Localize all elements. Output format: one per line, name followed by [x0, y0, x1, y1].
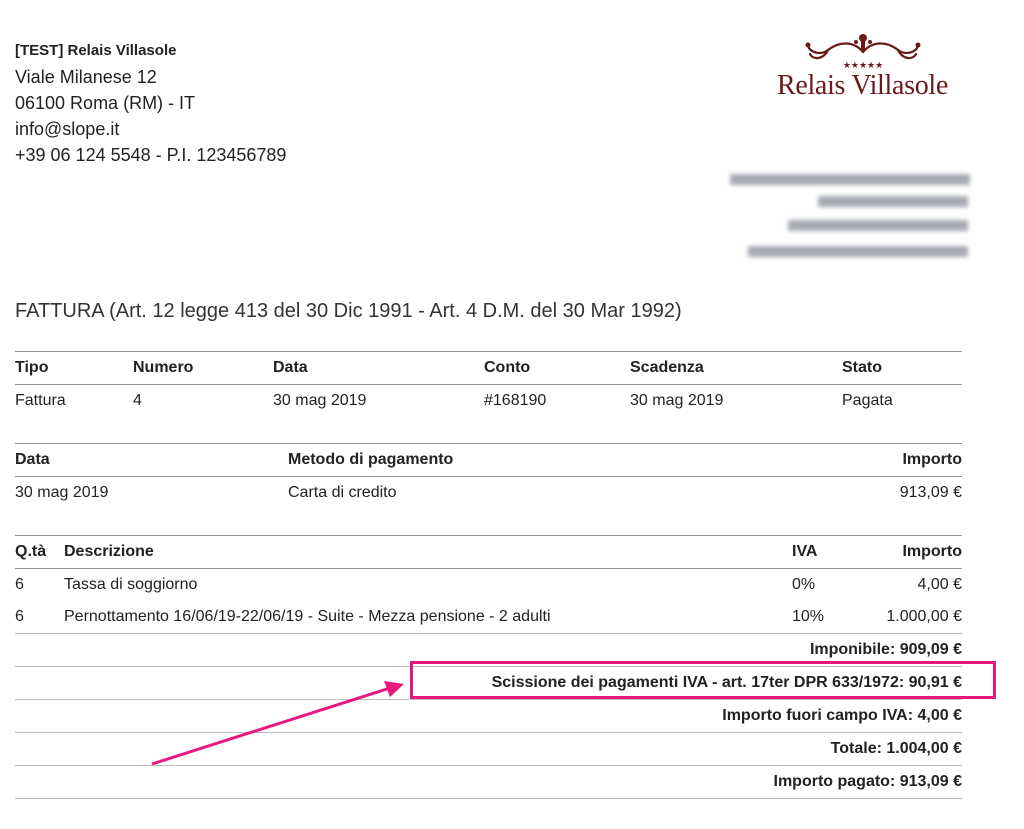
- cell-metodo: Carta di credito: [288, 484, 397, 501]
- grand-total: Totale: 1.004,00 €: [15, 732, 962, 766]
- col-qta: Q.tà: [15, 535, 64, 569]
- paid-total: Importo pagato: 913,09 €: [15, 765, 962, 799]
- cell-qta: 6: [15, 608, 24, 625]
- col-stato: Stato: [842, 351, 962, 385]
- col-data: Data: [15, 443, 288, 477]
- cell-iva: 10%: [792, 608, 825, 625]
- cell-descrizione: Pernottamento 16/06/19-22/06/19 - Suite …: [64, 608, 551, 625]
- sender-email: info@slope.it: [15, 119, 120, 139]
- recipient-address-blurred: [728, 170, 973, 270]
- highlight-box: [410, 661, 996, 699]
- table-row: 6 Tassa di soggiorno 0% 4,00 €: [15, 569, 962, 602]
- summary-row-totale: Totale: 1.004,00 €: [15, 732, 962, 766]
- payments-table: Data Metodo di pagamento Importo 30 mag …: [15, 443, 962, 509]
- sender-block: [TEST] Relais Villasole Viale Milanese 1…: [15, 38, 286, 168]
- sender-phone-vat: +39 06 124 5548 - P.I. 123456789: [15, 145, 287, 165]
- table-row: Fattura 4 30 mag 2019 #168190 30 mag 201…: [15, 385, 962, 418]
- summary-row-pagato: Importo pagato: 913,09 €: [15, 765, 962, 799]
- cell-importo: 4,00 €: [917, 576, 962, 593]
- cell-importo: 1.000,00 €: [886, 608, 962, 625]
- table-row: 6 Pernottamento 16/06/19-22/06/19 - Suit…: [15, 601, 962, 634]
- table-header-row: Q.tà Descrizione IVA Importo: [15, 535, 962, 569]
- col-iva: IVA: [792, 535, 862, 569]
- cell-iva: 0%: [792, 576, 816, 593]
- col-data: Data: [273, 351, 484, 385]
- hotel-logo: ★★★★★ Relais Villasole: [760, 30, 965, 120]
- cell-numero: 4: [133, 392, 142, 409]
- invoice-page: [TEST] Relais Villasole Viale Milanese 1…: [0, 0, 1024, 829]
- col-numero: Numero: [133, 351, 273, 385]
- cell-qta: 6: [15, 576, 24, 593]
- cell-stato: Pagata: [842, 392, 893, 409]
- sender-name: [TEST] Relais Villasole: [15, 42, 177, 59]
- cell-descrizione: Tassa di soggiorno: [64, 576, 198, 593]
- cell-conto: #168190: [484, 392, 547, 409]
- sender-address: Viale Milanese 12: [15, 67, 157, 87]
- document-title: FATTURA (Art. 12 legge 413 del 30 Dic 19…: [15, 300, 682, 322]
- summary-row-fuori-campo: Importo fuori campo IVA: 4,00 €: [15, 699, 962, 733]
- col-conto: Conto: [484, 351, 630, 385]
- cell-data: 30 mag 2019: [273, 392, 367, 409]
- col-importo: Importo: [862, 535, 962, 569]
- col-descrizione: Descrizione: [64, 535, 792, 569]
- crown-ornament-icon: ★★★★★: [805, 34, 920, 71]
- fuori-campo-total: Importo fuori campo IVA: 4,00 €: [15, 699, 962, 733]
- col-metodo: Metodo di pagamento: [288, 443, 758, 477]
- table-header-row: Tipo Numero Data Conto Scadenza Stato: [15, 351, 962, 385]
- cell-importo: 913,09 €: [899, 484, 962, 501]
- sender-city: 06100 Roma (RM) - IT: [15, 93, 196, 113]
- col-tipo: Tipo: [15, 351, 133, 385]
- col-scadenza: Scadenza: [630, 351, 842, 385]
- table-row: 30 mag 2019 Carta di credito 913,09 €: [15, 477, 962, 510]
- cell-data: 30 mag 2019: [15, 484, 109, 501]
- table-header-row: Data Metodo di pagamento Importo: [15, 443, 962, 477]
- cell-tipo: Fattura: [15, 392, 66, 409]
- logo-text: Relais Villasole: [776, 70, 949, 101]
- invoice-details-table: Tipo Numero Data Conto Scadenza Stato Fa…: [15, 351, 962, 417]
- cell-scadenza: 30 mag 2019: [630, 392, 724, 409]
- col-importo: Importo: [758, 443, 962, 477]
